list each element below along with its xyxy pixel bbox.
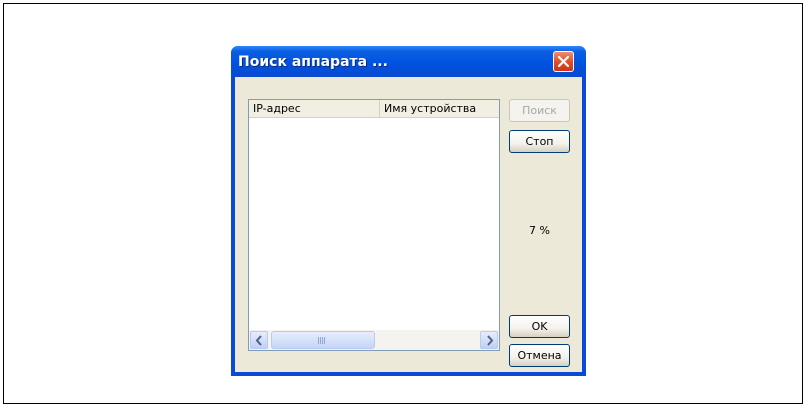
title-bar[interactable]: Поиск аппарата ...: [231, 46, 586, 77]
device-search-dialog: Поиск аппарата ... IP-адрес Имя устройст…: [231, 46, 586, 376]
scrollbar-thumb[interactable]: [271, 331, 375, 349]
column-header-device-name[interactable]: Имя устройства: [380, 100, 499, 118]
dialog-title: Поиск аппарата ...: [238, 54, 388, 70]
column-header-ip[interactable]: IP-адрес: [249, 100, 380, 118]
scroll-right-button[interactable]: [480, 331, 498, 349]
ok-button[interactable]: OK: [509, 315, 570, 338]
close-icon: [557, 55, 570, 68]
close-button[interactable]: [553, 51, 574, 72]
device-list[interactable]: IP-адрес Имя устройства: [248, 99, 500, 351]
horizontal-scrollbar[interactable]: [249, 330, 499, 350]
grip-icon: [318, 337, 326, 344]
stop-button[interactable]: Стоп: [509, 130, 570, 153]
scroll-left-button[interactable]: [250, 331, 268, 349]
dialog-body: IP-адрес Имя устройства Поиск Стоп 7 % O…: [235, 77, 582, 372]
list-header: IP-адрес Имя устройства: [249, 100, 499, 118]
search-button[interactable]: Поиск: [509, 99, 570, 122]
progress-percent: 7 %: [529, 224, 550, 237]
cancel-button[interactable]: Отмена: [509, 344, 570, 367]
chevron-right-icon: [487, 335, 494, 346]
chevron-left-icon: [255, 335, 262, 346]
